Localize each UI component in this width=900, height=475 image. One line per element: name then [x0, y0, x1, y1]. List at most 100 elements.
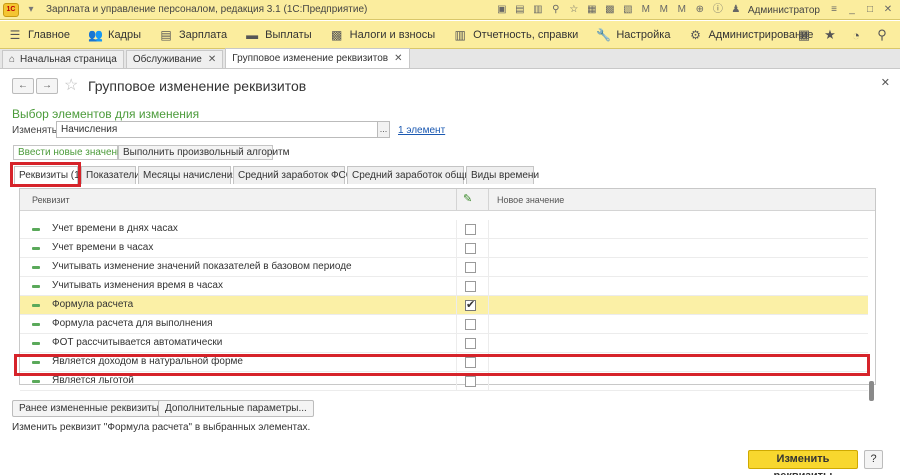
- choose-button[interactable]: ...: [377, 121, 390, 138]
- title-bar: 1С ▾ Зарплата и управление персоналом, р…: [0, 0, 900, 20]
- close-tab-icon[interactable]: ✕: [208, 54, 216, 65]
- open-tabs-bar: ⌂ Начальная страница Обслуживание ✕ Группо…: [0, 48, 900, 69]
- row-checkbox[interactable]: [465, 338, 476, 349]
- row-highlight-frame: [14, 354, 870, 376]
- close-form-icon[interactable]: ✕: [881, 76, 890, 89]
- minimize-icon[interactable]: _: [844, 2, 860, 18]
- section-taxes[interactable]: ▩ Налоги и взносы: [322, 21, 446, 49]
- info-icon[interactable]: ⓘ: [710, 2, 726, 18]
- memory-mplus-icon[interactable]: M: [656, 2, 672, 18]
- section-personnel[interactable]: 👥 Кадры: [80, 21, 151, 49]
- table-row[interactable]: Учет времени в днях часах: [20, 220, 868, 239]
- table-row[interactable]: ФОТ рассчитывается автоматически: [20, 334, 868, 353]
- table-row[interactable]: Учет времени в часах: [20, 239, 868, 258]
- print-icon[interactable]: ▤: [512, 2, 528, 18]
- home-icon: ⌂: [9, 54, 16, 65]
- elements-link[interactable]: 1 элемент: [398, 125, 445, 136]
- tab-maintenance[interactable]: Обслуживание ✕: [125, 50, 224, 68]
- menu-arrow-icon[interactable]: ▾: [24, 3, 38, 17]
- row-checkbox[interactable]: [465, 224, 476, 235]
- attribute-name: Формула расчета для выполнения: [52, 318, 213, 329]
- attribute-name: Учитывать изменение значений показателей…: [52, 261, 352, 272]
- mode-new-values[interactable]: Ввести новые значения: [13, 145, 128, 160]
- apply-button[interactable]: Изменить реквизиты: [748, 450, 858, 475]
- change-input[interactable]: Начисления: [56, 121, 378, 138]
- zoom-icon[interactable]: ⊕: [692, 2, 708, 18]
- table-header: Реквизит ✎ Новое значение: [20, 189, 875, 211]
- sections-tools: ▦ ★ ◔ ⚲: [796, 21, 900, 49]
- forward-button[interactable]: →: [36, 78, 58, 94]
- attribute-name: Является льготой: [52, 375, 134, 386]
- table-row[interactable]: Учитывать изменение значений показателей…: [20, 258, 868, 277]
- row-checkbox[interactable]: [465, 298, 476, 311]
- memory-mminus-icon[interactable]: M: [674, 2, 690, 18]
- calendar-icon[interactable]: ▧: [620, 2, 636, 18]
- tab-group-change[interactable]: Групповое изменение реквизитов ✕: [225, 48, 410, 68]
- row-checkbox[interactable]: [465, 281, 476, 292]
- pencil-icon[interactable]: ✎: [463, 192, 472, 205]
- favorites-icon[interactable]: ☆: [566, 2, 582, 18]
- additional-params-button[interactable]: Дополнительные параметры...: [158, 400, 314, 417]
- section-payments[interactable]: ▬ Выплаты: [237, 21, 321, 49]
- attribute-name: Формула расчета: [52, 299, 134, 310]
- tab-home[interactable]: ⌂ Начальная страница: [2, 50, 124, 68]
- calculator-icon[interactable]: ▩: [602, 2, 618, 18]
- row-checkbox[interactable]: [465, 243, 476, 254]
- favorite-star-icon[interactable]: ☆: [64, 75, 78, 95]
- memory-m-icon[interactable]: M: [638, 2, 654, 18]
- section-main[interactable]: ☰ Главное: [0, 21, 80, 49]
- help-button[interactable]: ?: [864, 450, 883, 469]
- change-label: Изменять:: [12, 125, 60, 136]
- preview-icon[interactable]: ▥: [530, 2, 546, 18]
- row-checkbox[interactable]: [465, 376, 476, 387]
- column-attribute[interactable]: Реквизит: [32, 195, 70, 205]
- info-text: Изменить реквизит "Формула расчета" в вы…: [12, 422, 311, 433]
- form-title: Групповое изменение реквизитов: [88, 78, 307, 94]
- taxes-icon: ▩: [330, 27, 343, 42]
- save-icon[interactable]: ▣: [494, 2, 510, 18]
- section-reports[interactable]: ▥ Отчетность, справки: [445, 21, 588, 49]
- favorites-star-icon[interactable]: ★: [822, 27, 838, 43]
- all-functions-icon[interactable]: ▦: [796, 27, 812, 43]
- user-name[interactable]: Администратор: [748, 5, 820, 16]
- table-row[interactable]: Формула расчета для выполнения: [20, 315, 868, 334]
- maximize-icon[interactable]: □: [862, 2, 878, 18]
- close-tab-icon[interactable]: ✕: [394, 53, 402, 64]
- previously-changed-button[interactable]: Ранее измененные реквизиты ▾: [12, 400, 174, 417]
- search-icon[interactable]: ⚲: [874, 27, 890, 43]
- app-logo[interactable]: 1С: [0, 0, 22, 20]
- attribute-marker-icon: [32, 266, 40, 269]
- tab-avg-earnings-fss[interactable]: Средний заработок ФСС: [233, 166, 353, 184]
- sections-panel: ☰ Главное 👥 Кадры ▤ Зарплата ▬ Выплаты ▩ Нало…: [0, 21, 900, 49]
- back-button[interactable]: ←: [12, 78, 34, 94]
- section-settings[interactable]: 🔧 Настройка: [588, 21, 680, 49]
- attribute-name: Учет времени в часах: [52, 242, 154, 253]
- section-title: Выбор элементов для изменения: [12, 107, 200, 121]
- attribute-marker-icon: [32, 247, 40, 250]
- table-row[interactable]: Учитывать изменения время в часах: [20, 277, 868, 296]
- window-title: Зарплата и управление персоналом, редакц…: [46, 4, 368, 15]
- mode-custom-algorithm[interactable]: Выполнить произвольный алгоритм: [118, 145, 289, 160]
- row-checkbox[interactable]: [465, 262, 476, 273]
- table-icon[interactable]: ▦: [584, 2, 600, 18]
- row-checkbox[interactable]: [465, 319, 476, 330]
- column-new-value[interactable]: Новое значение: [497, 195, 564, 205]
- section-salary[interactable]: ▤ Зарплата: [151, 21, 237, 49]
- tab-time-types[interactable]: Виды времени: [466, 166, 539, 184]
- attribute-name: ФОТ рассчитывается автоматически: [52, 337, 223, 348]
- salary-icon: ▤: [160, 27, 172, 42]
- tab-indicators[interactable]: Показатели: [81, 166, 140, 184]
- user-icon: ♟: [731, 4, 741, 15]
- history-icon[interactable]: ◔: [848, 28, 864, 43]
- attribute-marker-icon: [32, 323, 40, 326]
- settings-icon[interactable]: ≡: [826, 2, 842, 18]
- attribute-marker-icon: [32, 285, 40, 288]
- group-change-form: ← → ☆ Групповое изменение реквизитов ✕ В…: [0, 70, 900, 475]
- scrollbar-thumb[interactable]: [869, 381, 874, 401]
- link-icon[interactable]: ⚲: [548, 2, 564, 18]
- table-row[interactable]: Формула расчета: [20, 296, 868, 315]
- tab-avg-earnings-general[interactable]: Средний заработок общий: [347, 166, 476, 184]
- tab-accrual-months[interactable]: Месяцы начисления: [138, 166, 238, 184]
- close-icon[interactable]: ✕: [880, 2, 896, 18]
- attribute-name: Учет времени в днях часах: [52, 223, 178, 234]
